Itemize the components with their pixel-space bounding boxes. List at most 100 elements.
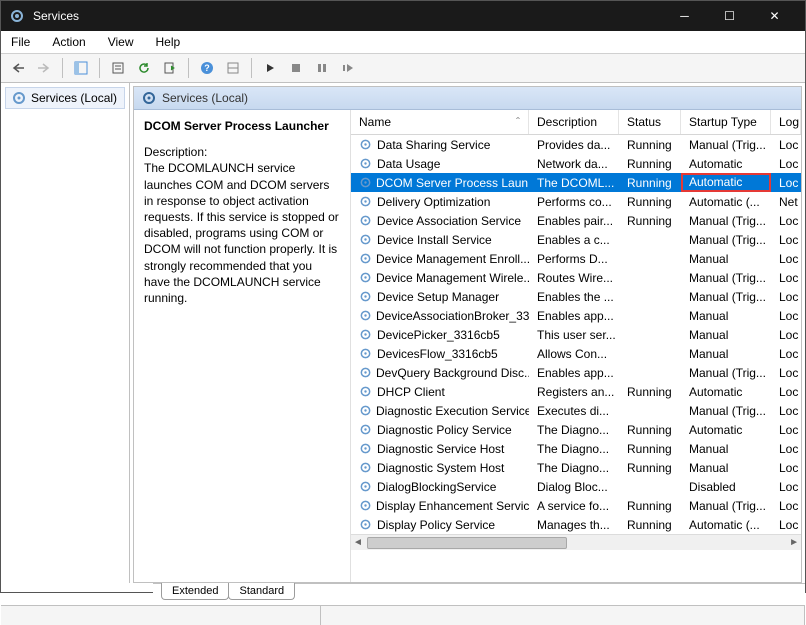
cell-description: The Diagno... bbox=[529, 442, 619, 456]
col-logon[interactable]: Log bbox=[771, 110, 801, 134]
services-list[interactable]: Name ˆ Description Status Startup Type L… bbox=[350, 110, 801, 582]
service-row[interactable]: DevQuery Background Disc...Enables app..… bbox=[351, 363, 801, 382]
titlebar[interactable]: Services ─ ☐ ✕ bbox=[1, 1, 805, 31]
cell-logon: Loc bbox=[771, 309, 801, 323]
cell-status: Running bbox=[619, 423, 681, 437]
service-row[interactable]: Display Policy ServiceManages th...Runni… bbox=[351, 515, 801, 534]
service-gear-icon bbox=[359, 499, 372, 513]
service-row[interactable]: Diagnostic System HostThe Diagno...Runni… bbox=[351, 458, 801, 477]
minimize-button[interactable]: ─ bbox=[662, 1, 707, 31]
show-hide-tree-button[interactable] bbox=[70, 57, 92, 79]
service-row[interactable]: Device Association ServiceEnables pair..… bbox=[351, 211, 801, 230]
refresh-button[interactable] bbox=[133, 57, 155, 79]
menu-action[interactable]: Action bbox=[48, 33, 89, 51]
service-gear-icon bbox=[359, 157, 373, 171]
service-row[interactable]: Device Install ServiceEnables a c...Manu… bbox=[351, 230, 801, 249]
cell-name: DeviceAssociationBroker_33... bbox=[351, 309, 529, 323]
cell-description: Enables pair... bbox=[529, 214, 619, 228]
service-gear-icon bbox=[359, 233, 373, 247]
view-tabs: Extended Standard bbox=[153, 583, 805, 605]
cell-startup-type: Manual bbox=[681, 461, 771, 475]
service-gear-icon bbox=[359, 480, 373, 494]
cell-description: Enables app... bbox=[529, 309, 619, 323]
tab-extended[interactable]: Extended bbox=[161, 583, 229, 600]
tree-item-services-local[interactable]: Services (Local) bbox=[5, 87, 125, 109]
cell-logon: Loc bbox=[771, 157, 801, 171]
pause-service-button[interactable] bbox=[311, 57, 333, 79]
scroll-right-icon[interactable]: ► bbox=[789, 537, 799, 548]
start-service-button[interactable] bbox=[259, 57, 281, 79]
menu-view[interactable]: View bbox=[104, 33, 138, 51]
service-row[interactable]: DCOM Server Process Laun...The DCOML...R… bbox=[351, 173, 801, 192]
service-gear-icon bbox=[359, 309, 372, 323]
service-gear-icon bbox=[359, 328, 373, 342]
forward-button[interactable] bbox=[33, 57, 55, 79]
col-startup-type[interactable]: Startup Type bbox=[681, 110, 771, 134]
scroll-thumb[interactable] bbox=[367, 537, 567, 549]
close-button[interactable]: ✕ bbox=[752, 1, 797, 31]
back-button[interactable] bbox=[7, 57, 29, 79]
cell-description: This user ser... bbox=[529, 328, 619, 342]
col-description[interactable]: Description bbox=[529, 110, 619, 134]
service-gear-icon bbox=[359, 423, 373, 437]
menu-file[interactable]: File bbox=[7, 33, 34, 51]
service-gear-icon bbox=[359, 461, 373, 475]
cell-startup-type: Manual (Trig... bbox=[681, 499, 771, 513]
service-gear-icon bbox=[359, 404, 372, 418]
tab-standard[interactable]: Standard bbox=[228, 583, 295, 600]
cell-description: Manages th... bbox=[529, 518, 619, 532]
col-name[interactable]: Name ˆ bbox=[351, 110, 529, 134]
service-row[interactable]: Device Management Wirele...Routes Wire..… bbox=[351, 268, 801, 287]
service-row[interactable]: Data Sharing ServiceProvides da...Runnin… bbox=[351, 135, 801, 154]
service-gear-icon bbox=[359, 271, 372, 285]
service-gear-icon bbox=[359, 290, 373, 304]
service-row[interactable]: Diagnostic Policy ServiceThe Diagno...Ru… bbox=[351, 420, 801, 439]
service-row[interactable]: Device Management Enroll...Performs D...… bbox=[351, 249, 801, 268]
cell-description: Enables app... bbox=[529, 366, 619, 380]
restart-service-button[interactable] bbox=[337, 57, 359, 79]
cell-startup-type: Manual (Trig... bbox=[681, 138, 771, 152]
cell-status: Running bbox=[619, 195, 681, 209]
tree-pane: Services (Local) bbox=[1, 83, 130, 583]
cell-startup-type: Automatic bbox=[681, 157, 771, 171]
column-headers: Name ˆ Description Status Startup Type L… bbox=[351, 110, 801, 135]
service-row[interactable]: DevicePicker_3316cb5This user ser...Manu… bbox=[351, 325, 801, 344]
cell-logon: Loc bbox=[771, 328, 801, 342]
service-row[interactable]: Diagnostic Execution ServiceExecutes di.… bbox=[351, 401, 801, 420]
service-row[interactable]: Diagnostic Service HostThe Diagno...Runn… bbox=[351, 439, 801, 458]
service-row[interactable]: Device Setup ManagerEnables the ...Manua… bbox=[351, 287, 801, 306]
cell-logon: Loc bbox=[771, 442, 801, 456]
export-button[interactable] bbox=[159, 57, 181, 79]
scroll-left-icon[interactable]: ◄ bbox=[353, 537, 363, 548]
cell-name: Display Enhancement Service bbox=[351, 499, 529, 513]
cell-name: Diagnostic System Host bbox=[351, 461, 529, 475]
toolbar-icon[interactable] bbox=[222, 57, 244, 79]
cell-name: Device Association Service bbox=[351, 214, 529, 228]
col-status[interactable]: Status bbox=[619, 110, 681, 134]
service-row[interactable]: DHCP ClientRegisters an...RunningAutomat… bbox=[351, 382, 801, 401]
right-pane-header: Services (Local) bbox=[134, 87, 801, 110]
separator bbox=[99, 58, 100, 78]
service-gear-icon bbox=[359, 176, 372, 190]
cell-description: Dialog Bloc... bbox=[529, 480, 619, 494]
cell-startup-type: Manual (Trig... bbox=[681, 233, 771, 247]
service-gear-icon bbox=[359, 385, 373, 399]
properties-button[interactable] bbox=[107, 57, 129, 79]
service-row[interactable]: Display Enhancement ServiceA service fo.… bbox=[351, 496, 801, 515]
service-row[interactable]: DevicesFlow_3316cb5Allows Con...ManualLo… bbox=[351, 344, 801, 363]
cell-name: Device Management Enroll... bbox=[351, 252, 529, 266]
help-button[interactable]: ? bbox=[196, 57, 218, 79]
menu-help[interactable]: Help bbox=[152, 33, 185, 51]
cell-logon: Loc bbox=[771, 290, 801, 304]
stop-service-button[interactable] bbox=[285, 57, 307, 79]
horizontal-scrollbar[interactable]: ◄ ► bbox=[351, 534, 801, 550]
cell-logon: Loc bbox=[771, 518, 801, 532]
service-row[interactable]: Data UsageNetwork da...RunningAutomaticL… bbox=[351, 154, 801, 173]
cell-description: Enables a c... bbox=[529, 233, 619, 247]
service-row[interactable]: DeviceAssociationBroker_33...Enables app… bbox=[351, 306, 801, 325]
cell-logon: Net bbox=[771, 195, 801, 209]
maximize-button[interactable]: ☐ bbox=[707, 1, 752, 31]
service-row[interactable]: Delivery OptimizationPerforms co...Runni… bbox=[351, 192, 801, 211]
service-row[interactable]: DialogBlockingServiceDialog Bloc...Disab… bbox=[351, 477, 801, 496]
cell-startup-type: Automatic bbox=[681, 423, 771, 437]
